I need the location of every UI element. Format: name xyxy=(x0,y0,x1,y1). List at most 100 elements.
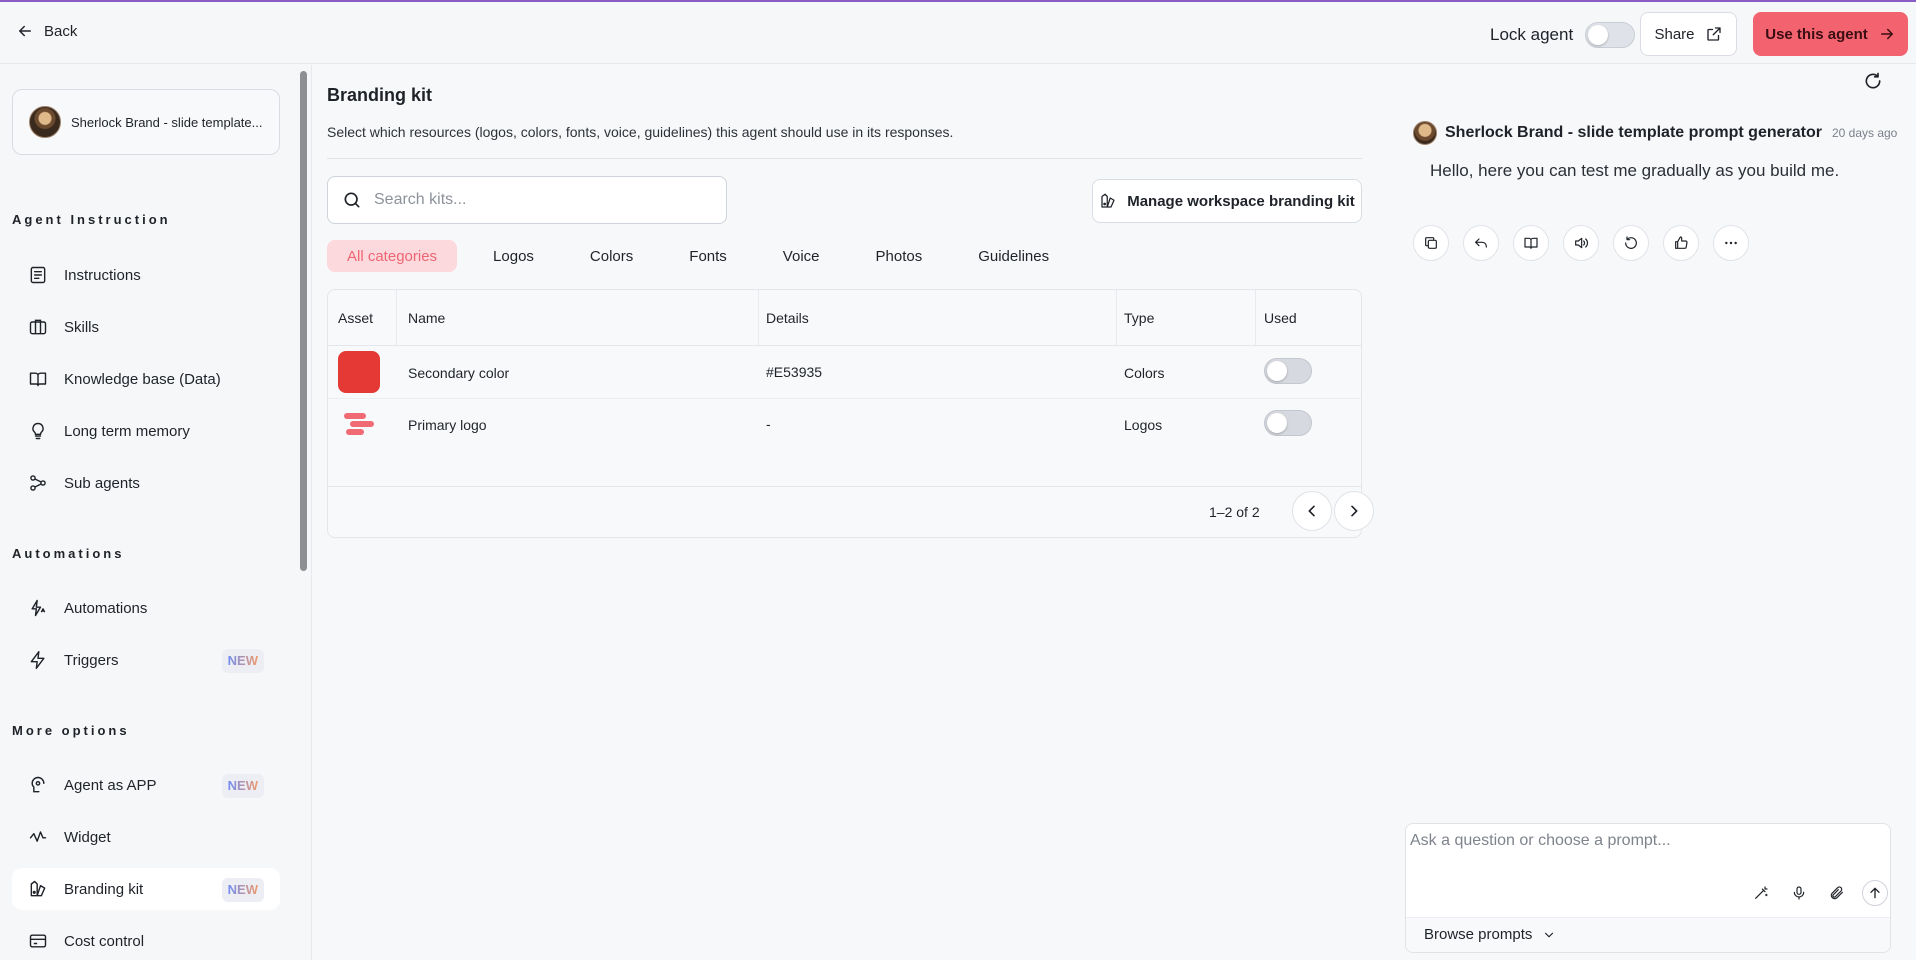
search-box xyxy=(327,176,727,224)
sidebar-item-automations[interactable]: Automations xyxy=(12,587,280,629)
logo-image xyxy=(344,413,374,435)
sidebar-item-label: Sub agents xyxy=(64,474,140,492)
sidebar-item-instructions[interactable]: Instructions xyxy=(12,254,280,296)
tab-guidelines[interactable]: Guidelines xyxy=(958,240,1069,272)
chat-panel: Sherlock Brand - slide template prompt g… xyxy=(1373,65,1916,960)
message-actions xyxy=(1413,225,1749,261)
chat-composer: Browse prompts xyxy=(1405,823,1891,953)
chevron-down-icon xyxy=(1545,932,1554,937)
sidebar-item-skills[interactable]: Skills xyxy=(12,306,280,348)
tab-photos[interactable]: Photos xyxy=(856,240,943,272)
lock-agent-control: Lock agent xyxy=(1490,22,1636,48)
toggle-knob xyxy=(1588,25,1609,45)
chevron-right-icon xyxy=(1351,505,1358,517)
reply-button[interactable] xyxy=(1463,225,1499,261)
use-agent-button[interactable]: Use this agent xyxy=(1753,12,1908,56)
message-timestamp: 20 days ago xyxy=(1831,126,1898,140)
sidebar-item-knowledge-base[interactable]: Knowledge base (Data) xyxy=(12,358,280,400)
assets-table: Asset Name Details Type Used Secondary c… xyxy=(327,289,1374,538)
sidebar-item-label: Long term memory xyxy=(64,422,190,440)
use-agent-label: Use this agent xyxy=(1765,25,1868,43)
arrow-left-icon xyxy=(19,25,31,37)
new-badge: NEW xyxy=(221,878,264,902)
table-row[interactable]: Secondary color #E53935 Colors xyxy=(328,346,1361,398)
top-bar: Back Lock agent Share Use this agent xyxy=(0,2,1916,64)
retry-button[interactable] xyxy=(1613,225,1649,261)
attach-button[interactable] xyxy=(1824,880,1850,906)
thumbs-up-button[interactable] xyxy=(1663,225,1699,261)
paperclip-icon xyxy=(1830,886,1843,900)
back-button[interactable]: Back xyxy=(16,22,77,40)
send-button[interactable] xyxy=(1862,880,1888,906)
tab-logos[interactable]: Logos xyxy=(473,240,554,272)
agent-card[interactable]: Sherlock Brand - slide template... xyxy=(12,89,280,155)
search-input[interactable] xyxy=(374,191,694,209)
magic-wand-button[interactable] xyxy=(1748,880,1774,906)
sidebar-item-label: Triggers xyxy=(64,651,119,669)
row-type: Colors xyxy=(1124,365,1165,381)
lightbulb-icon xyxy=(32,422,44,440)
header-used: Used xyxy=(1264,310,1297,326)
sidebar-item-long-term-memory[interactable]: Long term memory xyxy=(12,410,280,452)
header-name: Name xyxy=(408,310,446,326)
automation-icon xyxy=(31,599,46,617)
sidebar-item-cost-control[interactable]: Cost control xyxy=(12,920,280,960)
microphone-button[interactable] xyxy=(1786,880,1812,906)
sidebar-item-label: Skills xyxy=(64,318,100,336)
share-label: Share xyxy=(1654,25,1695,43)
sidebar-item-triggers[interactable]: Triggers NEW xyxy=(12,639,280,681)
tab-voice[interactable]: Voice xyxy=(763,240,840,272)
manage-branding-kit-button[interactable]: Manage workspace branding kit xyxy=(1092,179,1362,223)
thumbs-up-icon xyxy=(1675,236,1688,249)
browse-prompts-button[interactable]: Browse prompts xyxy=(1424,926,1556,943)
row-details: #E53935 xyxy=(766,364,823,380)
more-button[interactable] xyxy=(1713,225,1749,261)
sidebar-scrollbar[interactable] xyxy=(300,71,307,571)
used-toggle[interactable] xyxy=(1264,410,1312,436)
category-tabs: All categories Logos Colors Fonts Voice … xyxy=(327,240,1085,272)
row-details: - xyxy=(766,416,771,432)
header-asset: Asset xyxy=(338,310,374,326)
used-toggle[interactable] xyxy=(1264,358,1312,384)
refresh-icon[interactable] xyxy=(1863,71,1883,91)
row-name: Primary logo xyxy=(408,417,487,433)
row-name: Secondary color xyxy=(408,365,510,381)
read-button[interactable] xyxy=(1513,225,1549,261)
tab-colors[interactable]: Colors xyxy=(570,240,653,272)
instructions-icon xyxy=(30,266,46,284)
new-badge: NEW xyxy=(221,649,264,673)
page-title: Branding kit xyxy=(327,85,433,105)
tab-fonts[interactable]: Fonts xyxy=(669,240,747,272)
sidebar-item-branding-kit[interactable]: Branding kit NEW xyxy=(12,868,280,910)
pager-text: 1–2 of 2 xyxy=(1209,504,1260,520)
sidebar-item-agent-as-app[interactable]: Agent as APP NEW xyxy=(12,764,280,806)
sidebar-item-sub-agents[interactable]: Sub agents xyxy=(12,462,280,504)
back-label: Back xyxy=(44,22,78,40)
search-icon xyxy=(344,192,360,208)
main-content: Branding kit Select which resources (log… xyxy=(313,65,1374,960)
share-button[interactable]: Share xyxy=(1640,12,1737,56)
chat-input[interactable] xyxy=(1410,832,1880,882)
card-icon xyxy=(29,934,47,948)
header-type: Type xyxy=(1124,310,1155,326)
toggle-knob xyxy=(1267,413,1287,433)
copy-icon xyxy=(1425,237,1437,249)
sidebar-item-label: Branding kit xyxy=(64,880,144,898)
tab-all-categories[interactable]: All categories xyxy=(327,240,458,272)
share-icon xyxy=(1706,27,1721,41)
lock-agent-toggle[interactable] xyxy=(1585,22,1636,48)
table-row[interactable]: Primary logo - Logos xyxy=(328,399,1361,451)
speak-button[interactable] xyxy=(1563,225,1599,261)
agent-card-name: Sherlock Brand - slide template... xyxy=(71,114,263,130)
agent-avatar xyxy=(1413,121,1437,145)
reply-icon xyxy=(1475,238,1487,248)
section-title-agent-instruction: Agent Instruction xyxy=(12,212,171,227)
column-divider xyxy=(1116,290,1117,345)
header-details: Details xyxy=(766,310,809,326)
previous-page-button[interactable] xyxy=(1292,491,1332,531)
sidebar-item-widget[interactable]: Widget xyxy=(12,816,280,858)
speaker-icon xyxy=(1575,237,1588,249)
composer-footer: Browse prompts xyxy=(1406,917,1890,952)
next-page-button[interactable] xyxy=(1334,491,1374,531)
copy-button[interactable] xyxy=(1413,225,1449,261)
